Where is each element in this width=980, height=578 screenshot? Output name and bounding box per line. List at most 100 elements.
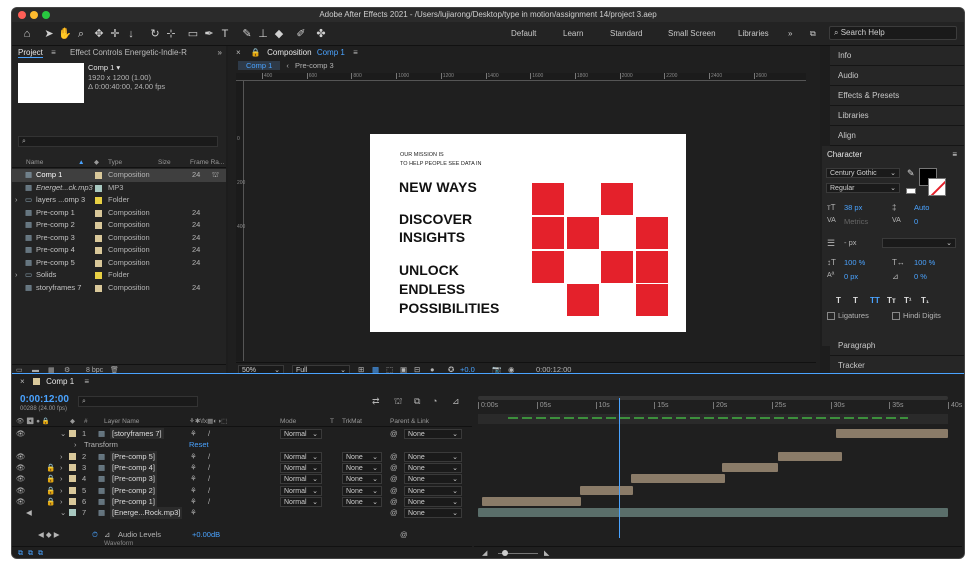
label-swatch[interactable] — [69, 498, 76, 506]
list-item[interactable]: › ▭ layers ...omp 3 Folder — [12, 194, 226, 207]
collapse-switch-icon[interactable]: ⚘ — [190, 496, 197, 507]
mode-dropdown[interactable]: Normal ⌄ — [280, 485, 322, 496]
parent-dropdown[interactable]: None ⌄ — [404, 508, 462, 519]
panel-audio[interactable]: Audio — [830, 66, 964, 86]
quality-switch-icon[interactable]: / — [208, 473, 210, 484]
tab-effect-controls[interactable]: Effect Controls Energetic-Indie-R — [70, 48, 187, 57]
label-swatch[interactable] — [95, 259, 102, 267]
tsume-value[interactable]: 0 % — [914, 272, 927, 281]
close-window-button[interactable] — [18, 11, 26, 19]
disclosure-triangle-icon[interactable]: › — [74, 439, 77, 450]
layer-name[interactable]: [Pre-comp 3] — [110, 473, 157, 485]
time-ruler[interactable]: 0:00s 05s 10s 15s 20s 25s 30s 35s 40s — [478, 402, 962, 414]
font-style-button[interactable]: T₁ — [921, 296, 929, 305]
list-item[interactable]: ▦ Energet...ck.mp3 MP3 — [12, 182, 226, 195]
stroke-color-swatch[interactable] — [928, 178, 946, 196]
stroke-style-dropdown[interactable]: ⌄ — [882, 238, 956, 248]
timeline-search-input[interactable]: ⌕ — [78, 396, 198, 407]
trkmat-dropdown[interactable]: None ⌄ — [342, 463, 382, 474]
timeline-layer-row[interactable]: ◀ ⌄ 7 ▦ [Energe...Rock.mp3] ⚘ @ None ⌄ — [12, 507, 472, 519]
timeline-layer-row[interactable]: 👁 🔒 › 3 ▦ [Pre-comp 4] ⚘ / Normal ⌄ None ⌄ @ None ⌄ — [12, 462, 472, 474]
quality-switch-icon[interactable]: / — [208, 451, 210, 462]
tab-project[interactable]: Project — [18, 48, 43, 58]
column-trkmat[interactable]: TrkMat — [342, 417, 362, 427]
hand-tool-icon[interactable]: ✋ — [58, 27, 72, 41]
rectangle-tool-icon[interactable]: ▭ — [186, 27, 200, 41]
timeline-tab-comp-1[interactable]: Comp 1 — [46, 377, 74, 386]
panel-overflow-icon[interactable]: » — [218, 46, 222, 60]
layer-duration-bar[interactable] — [478, 508, 948, 518]
panel-menu-icon[interactable]: ≡ — [84, 377, 89, 386]
spiral-link-icon[interactable]: @ — [390, 485, 398, 496]
timeline-layer-row[interactable]: 👁 › 2 ▦ [Pre-comp 5] ⚘ / Normal ⌄ None ⌄ @ None ⌄ — [12, 450, 472, 462]
transform-group-row[interactable]: › Transform Reset — [12, 439, 472, 450]
label-swatch[interactable] — [95, 172, 102, 179]
spiral-link-icon[interactable]: @ — [390, 462, 398, 473]
shy-layers-icon[interactable]: ⧉ — [414, 396, 420, 407]
collapse-switch-icon[interactable]: ⚘ — [190, 428, 197, 439]
column-name[interactable]: Name — [26, 158, 43, 168]
rotate-tool-icon[interactable]: ↻ — [148, 27, 162, 41]
column-t[interactable]: T — [330, 417, 334, 427]
mode-dropdown[interactable]: Normal ⌄ — [280, 429, 322, 439]
list-item[interactable]: ▦ Comp 1 Composition 24 ⛫ — [12, 169, 226, 182]
layer-switches-icon[interactable]: ⧉ — [28, 547, 33, 558]
layer-name[interactable]: [storyframes 7] — [110, 428, 164, 440]
stopwatch-icon[interactable]: ⏱ — [92, 529, 98, 540]
panel-info[interactable]: Info — [830, 46, 964, 66]
collapse-switch-icon[interactable]: ⚘ — [190, 485, 197, 496]
disclosure-triangle-icon[interactable]: › — [60, 462, 63, 473]
panel-menu-icon[interactable]: ≡ — [952, 148, 957, 162]
parent-dropdown[interactable]: None ⌄ — [404, 485, 462, 496]
label-swatch[interactable] — [69, 430, 76, 437]
panel-align[interactable]: Align — [830, 126, 964, 146]
label-swatch[interactable] — [95, 284, 102, 292]
transfer-controls-icon[interactable]: ⧉ — [38, 547, 43, 558]
font-family-dropdown[interactable]: Century Gothic ⌄ — [826, 168, 900, 178]
roto-brush-tool-icon[interactable]: ✐ — [294, 27, 308, 41]
pan-behind-tool-icon[interactable]: ⊹ — [164, 27, 178, 41]
lock-icon[interactable]: 🔒 — [46, 473, 55, 484]
white-color-swatch[interactable] — [906, 188, 916, 194]
composition-tab-label[interactable]: Composition — [267, 48, 311, 57]
zoom-tool-icon[interactable]: ⌕ — [74, 27, 88, 41]
font-style-dropdown[interactable]: Regular ⌄ — [826, 183, 900, 193]
lock-icon[interactable]: 🔒 — [251, 48, 261, 57]
font-style-button[interactable]: T¹ — [904, 296, 912, 305]
close-tab-icon[interactable]: × — [236, 48, 241, 57]
trkmat-dropdown[interactable]: None ⌄ — [342, 451, 382, 462]
layer-duration-bar[interactable] — [777, 451, 843, 461]
font-style-button[interactable]: TT — [870, 296, 880, 305]
layer-name[interactable]: [Energe...Rock.mp3] — [110, 507, 183, 519]
pan-tool-icon[interactable]: ✛ — [108, 27, 122, 41]
layer-duration-bar[interactable] — [836, 429, 948, 438]
lock-icon[interactable]: 🔒 — [46, 462, 55, 473]
label-swatch[interactable] — [95, 234, 102, 242]
panel-menu-icon[interactable]: ≡ — [353, 48, 358, 57]
disclosure-triangle-icon[interactable]: ⌄ — [60, 507, 66, 518]
column-type[interactable]: Type — [108, 158, 122, 168]
label-swatch[interactable] — [95, 247, 102, 255]
column-size[interactable]: Size — [158, 158, 171, 168]
label-swatch[interactable] — [95, 222, 102, 230]
horizontal-scale-value[interactable]: 100 % — [914, 258, 935, 267]
workspace-overflow-icon[interactable]: » — [788, 29, 792, 38]
layer-name[interactable]: [Pre-comp 2] — [110, 484, 157, 497]
eye-icon[interactable]: 👁 — [16, 451, 26, 462]
reset-link[interactable]: Reset — [189, 439, 209, 450]
label-swatch[interactable] — [95, 197, 102, 205]
list-item[interactable]: ▦ Pre-comp 5 Composition 24 — [12, 257, 226, 270]
list-item[interactable]: ▦ Pre-comp 2 Composition 24 — [12, 219, 226, 232]
puppet-tool-icon[interactable]: ✤ — [314, 27, 328, 41]
list-item[interactable]: ▦ Pre-comp 1 Composition 24 — [12, 207, 226, 220]
zoom-in-icon[interactable]: ◣ — [544, 547, 549, 558]
brush-tool-icon[interactable]: ✎ — [240, 27, 254, 41]
layer-duration-bar[interactable] — [481, 497, 582, 507]
zoom-out-icon[interactable]: ◢ — [482, 547, 487, 558]
selection-tool-icon[interactable]: ➤ — [42, 27, 56, 41]
trkmat-dropdown[interactable]: None ⌄ — [342, 497, 382, 508]
list-item[interactable]: ▦ Pre-comp 3 Composition 24 — [12, 232, 226, 245]
disclosure-triangle-icon[interactable]: › — [60, 496, 63, 507]
orbit-tool-icon[interactable]: ✥ — [92, 27, 106, 41]
eye-icon[interactable]: 👁 — [16, 473, 26, 484]
